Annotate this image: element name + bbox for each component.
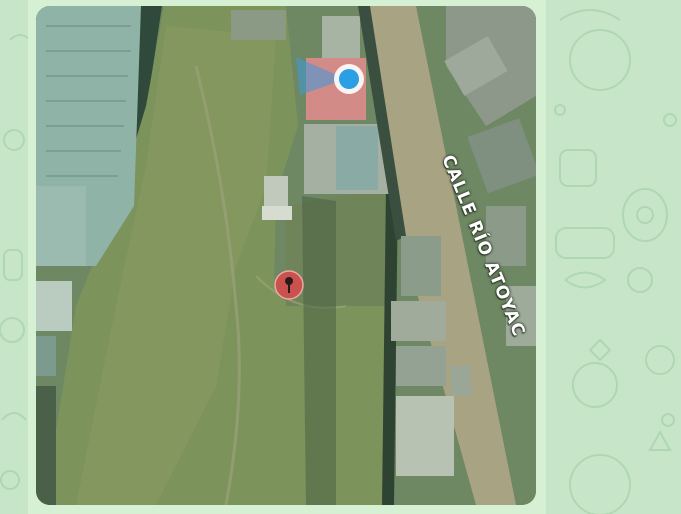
location-dot-icon[interactable] bbox=[332, 62, 366, 96]
map-view[interactable]: CALLE RÍO ATOYAC bbox=[36, 6, 536, 505]
map-pin-icon[interactable] bbox=[274, 270, 304, 300]
